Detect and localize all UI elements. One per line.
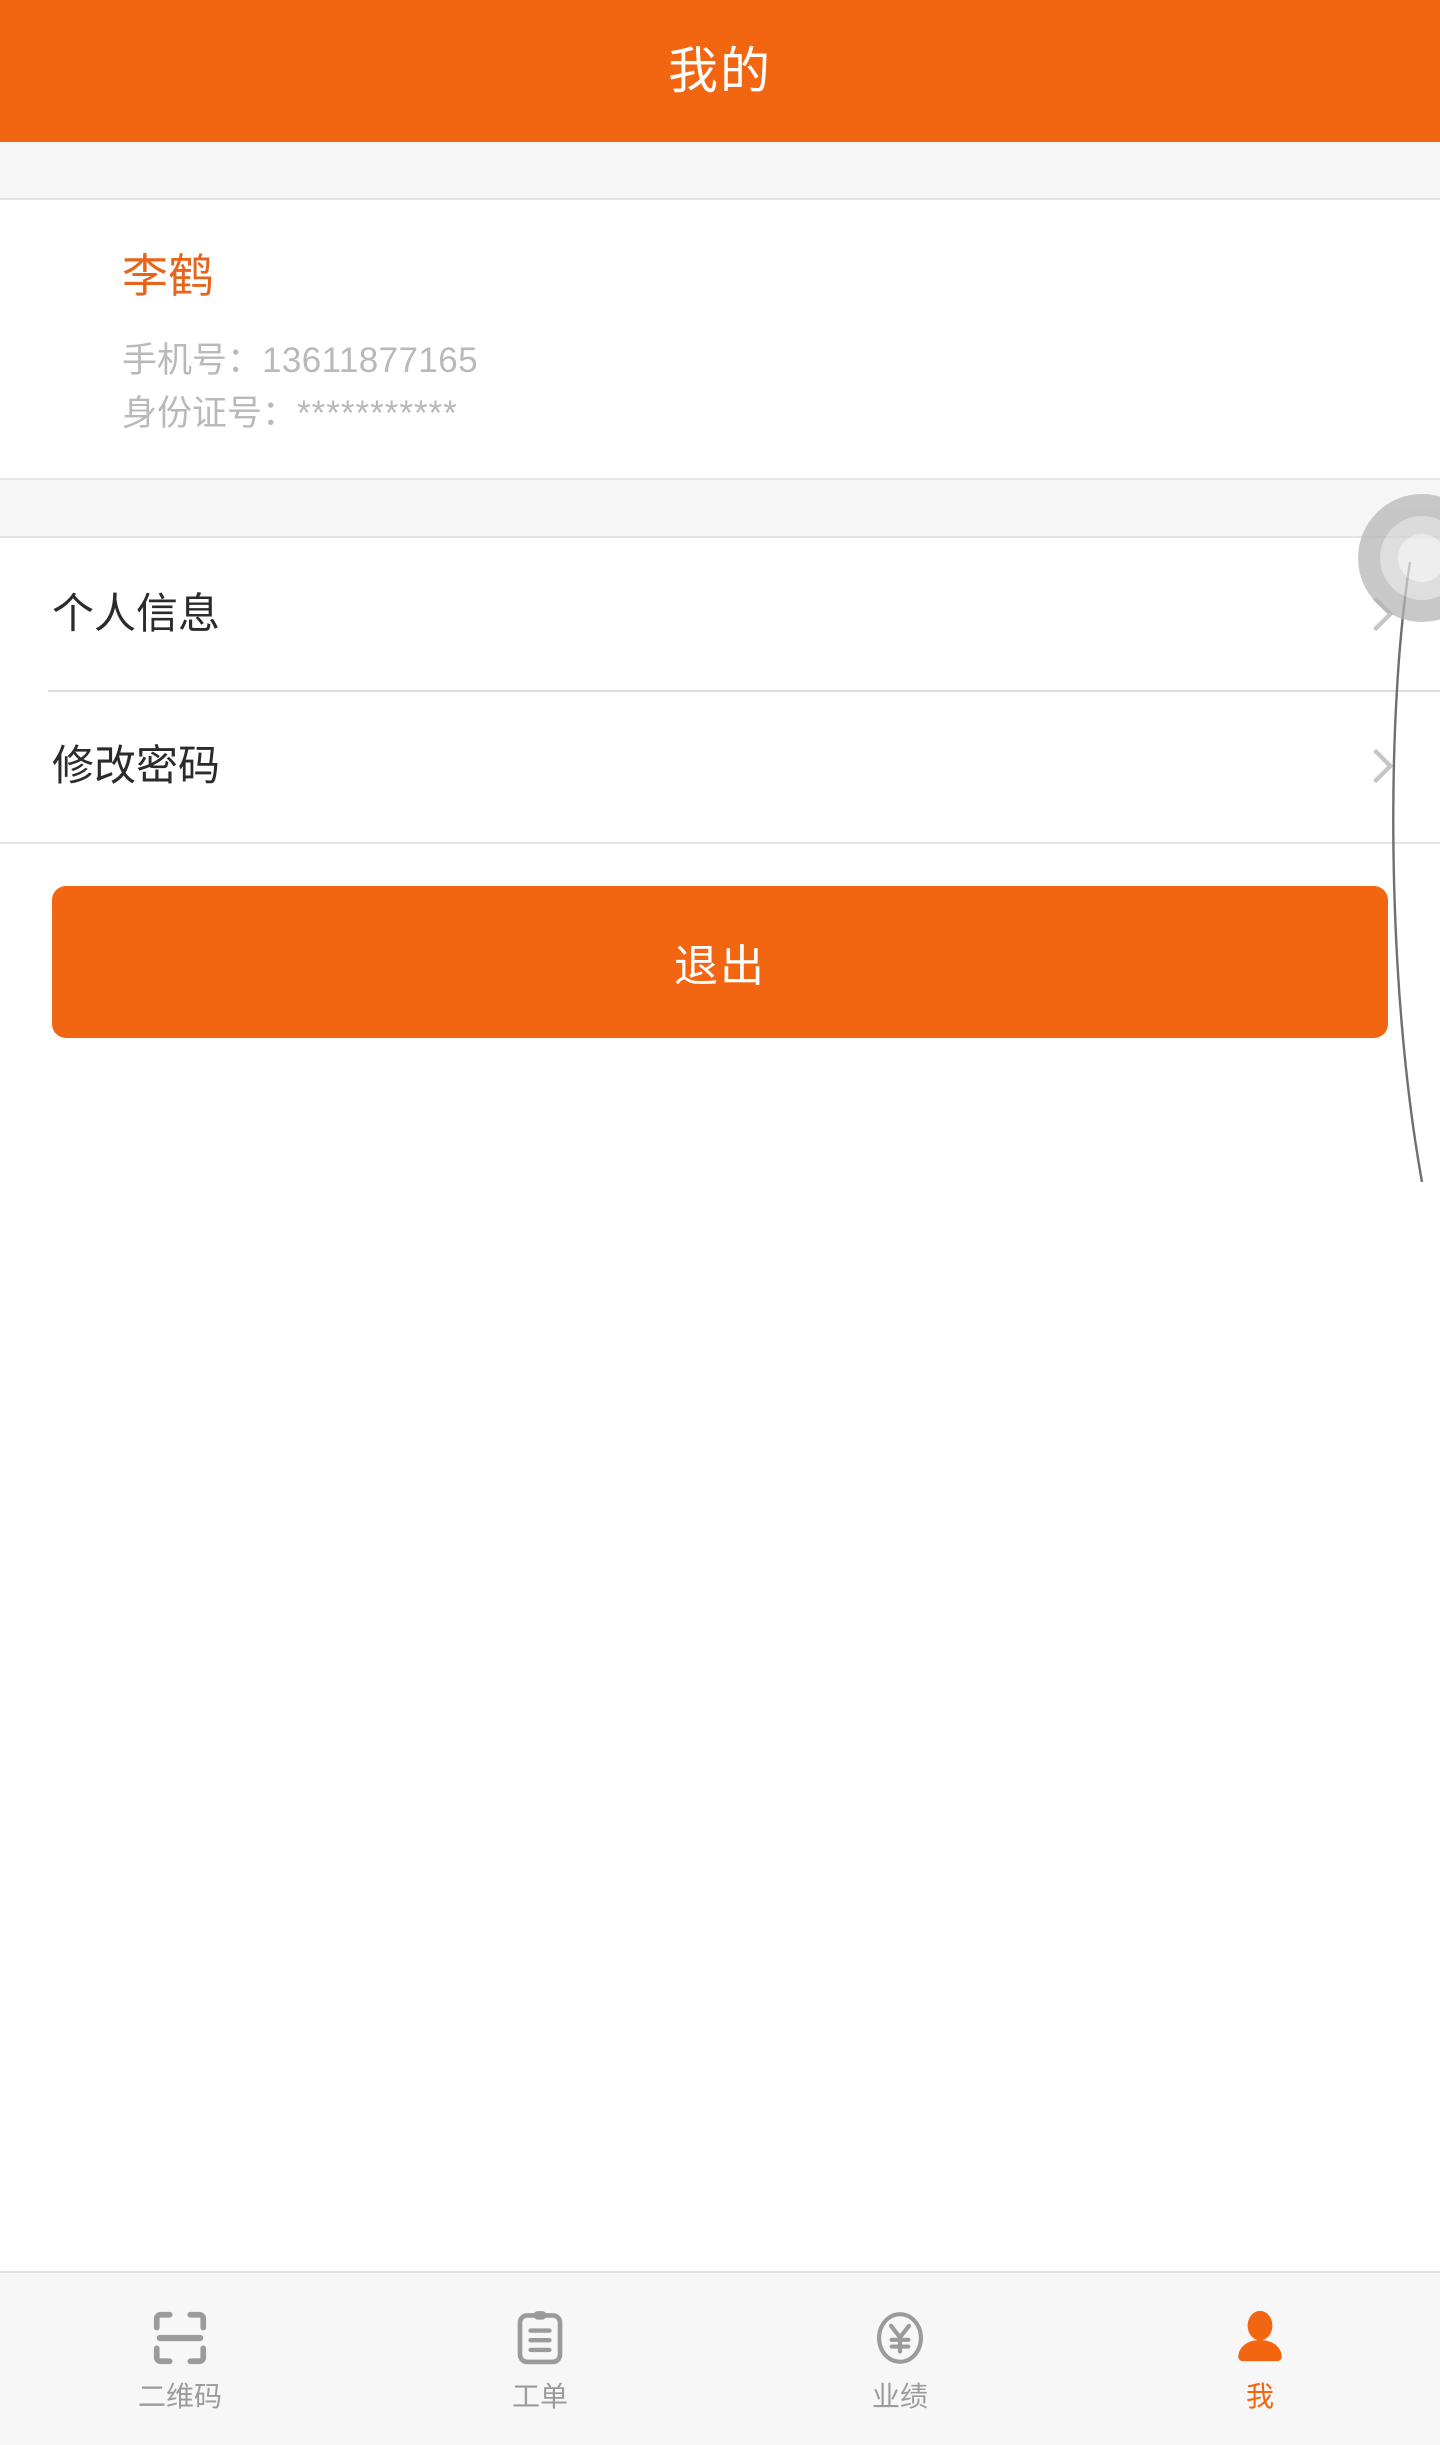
tab-profile[interactable]: 我 xyxy=(1080,2273,1440,2445)
menu-item-label: 修改密码 xyxy=(52,742,221,790)
page-title: 我的 xyxy=(668,43,772,99)
chevron-right-icon xyxy=(1373,749,1394,784)
profile-phone-label: 手机号： xyxy=(122,341,263,381)
tab-label: 二维码 xyxy=(137,2381,222,2413)
yen-circle-icon xyxy=(877,2312,923,2364)
header-spacer-band xyxy=(0,142,1440,200)
app-header: 我的 xyxy=(0,0,1440,142)
logout-button[interactable]: 退出 xyxy=(52,886,1388,1039)
bottom-tab-bar: 二维码 工单 业绩 我 xyxy=(0,2271,1440,2445)
menu-item-label: 个人信息 xyxy=(52,590,221,638)
person-icon xyxy=(1238,2310,1282,2362)
content-filler xyxy=(0,1654,1440,2272)
app-screen: 我的 李鹤 手机号：13611877165 身份证号：*********** 个… xyxy=(0,0,1440,2445)
tab-label: 工单 xyxy=(511,2381,568,2413)
tab-performance[interactable]: 业绩 xyxy=(720,2273,1080,2445)
tab-qrcode[interactable]: 二维码 xyxy=(0,2273,360,2445)
tab-label: 业绩 xyxy=(871,2381,928,2413)
tab-label: 我 xyxy=(1245,2381,1274,2413)
profile-id-value: *********** xyxy=(297,394,458,434)
profile-name: 李鹤 xyxy=(122,250,214,302)
logout-section: 退出 xyxy=(0,844,1440,1039)
profile-id-row: 身份证号：*********** xyxy=(122,387,1440,440)
qr-scan-icon xyxy=(153,2311,207,2365)
menu-item-change-password[interactable]: 修改密码 xyxy=(0,690,1440,843)
profile-card: 李鹤 手机号：13611877165 身份证号：*********** xyxy=(0,200,1440,479)
profile-phone-row: 手机号：13611877165 xyxy=(122,334,1440,387)
section-spacer-band xyxy=(0,478,1440,539)
tab-workorder[interactable]: 工单 xyxy=(360,2273,720,2445)
profile-id-label: 身份证号： xyxy=(122,394,298,434)
clipboard-icon xyxy=(517,2311,563,2365)
scroll-content: 李鹤 手机号：13611877165 身份证号：*********** 个人信息… xyxy=(0,142,1440,1655)
profile-phone-value: 13611877165 xyxy=(262,341,478,381)
settings-menu-list: 个人信息 修改密码 xyxy=(0,538,1440,843)
menu-item-personal-info[interactable]: 个人信息 xyxy=(0,538,1440,691)
chevron-right-icon xyxy=(1373,597,1394,632)
